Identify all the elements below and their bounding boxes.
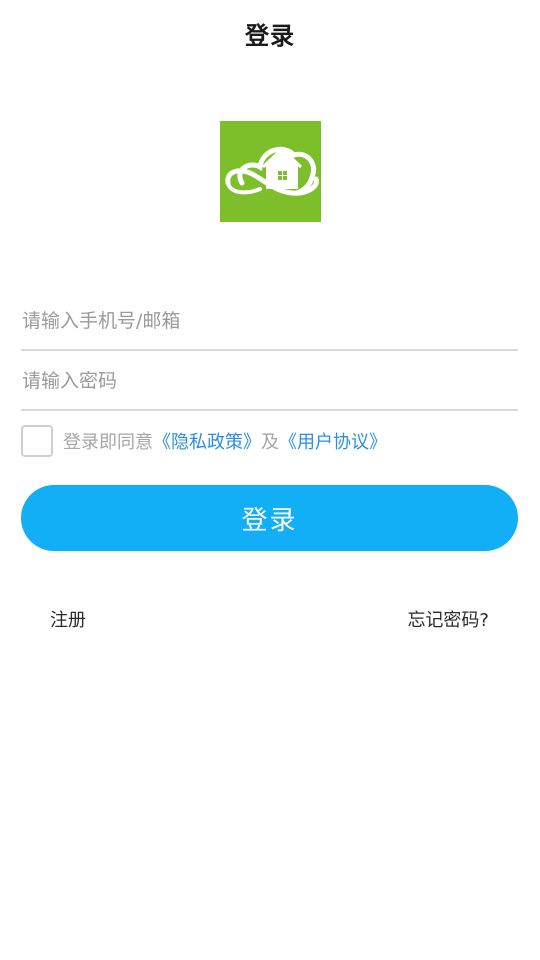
privacy-policy-link[interactable]: 《隐私政策》	[153, 428, 261, 454]
forgot-password-link[interactable]: 忘记密码?	[407, 606, 489, 632]
register-link[interactable]: 注册	[50, 606, 86, 632]
login-page: 登录 登录即同意 《隐私政策》 及 《用户协议》 登录 注册 忘记密码?	[0, 0, 540, 960]
header-bar: 登录	[0, 0, 540, 66]
agree-conjunction-text: 及	[261, 432, 279, 453]
house-cloud-logo-icon	[225, 146, 319, 196]
agree-checkbox[interactable]	[21, 425, 53, 457]
phone-email-field	[21, 293, 519, 351]
user-agreement-link[interactable]: 《用户协议》	[279, 428, 387, 454]
phone-email-input[interactable]	[21, 293, 519, 349]
password-field	[21, 353, 519, 411]
agree-prefix-text: 登录即同意	[63, 432, 153, 453]
app-logo	[220, 121, 321, 222]
login-button[interactable]: 登录	[21, 485, 518, 551]
agreement-row: 登录即同意 《隐私政策》 及 《用户协议》	[21, 423, 387, 459]
page-title: 登录	[245, 21, 295, 50]
password-input[interactable]	[21, 353, 519, 409]
